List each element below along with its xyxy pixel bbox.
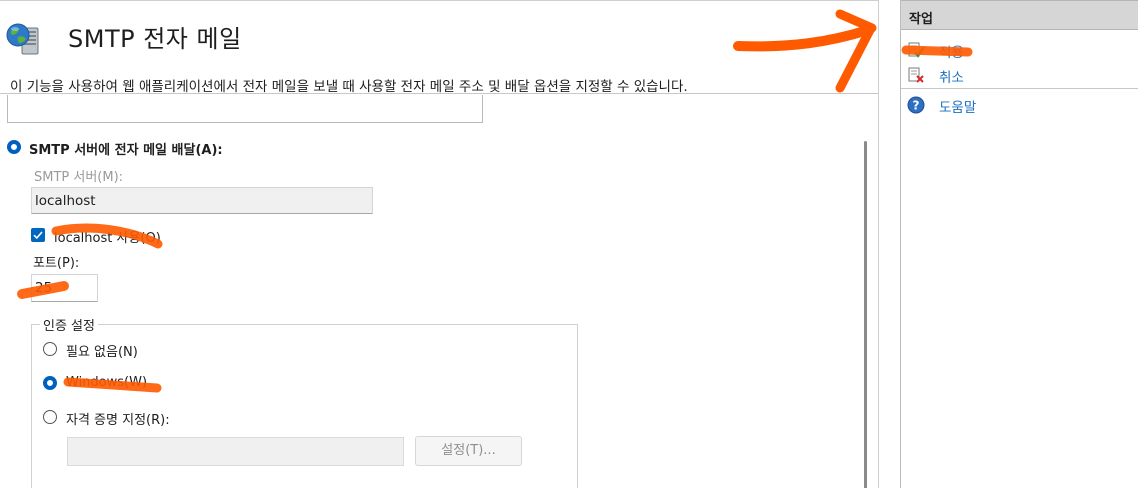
- auth-windows-radio[interactable]: [43, 376, 57, 390]
- header-divider: [0, 93, 878, 94]
- svg-text:?: ?: [913, 99, 920, 113]
- panel-divider: [878, 0, 900, 488]
- cancel-label: 취소: [939, 70, 964, 86]
- smtp-server-label: SMTP 서버(M):: [34, 170, 124, 185]
- credentials-input: [67, 437, 404, 466]
- help-label: 도움말: [939, 100, 977, 116]
- page-title: SMTP 전자 메일: [68, 25, 242, 53]
- auth-credentials-label: 자격 증명 지정(R):: [66, 413, 170, 428]
- apply-icon: [907, 41, 925, 59]
- apply-action[interactable]: 적용: [901, 38, 1138, 62]
- vertical-scrollbar[interactable]: [855, 95, 878, 488]
- scrollbar-thumb[interactable]: [864, 141, 867, 488]
- auth-settings-legend: 인증 설정: [40, 315, 98, 334]
- smtp-globe-server-icon: [5, 19, 47, 61]
- smtp-delivery-label: SMTP 서버에 전자 메일 배달(A):: [29, 143, 223, 158]
- use-localhost-label: localhost 사용(O): [54, 231, 161, 246]
- auth-none-label: 필요 없음(N): [66, 345, 138, 360]
- credentials-settings-button: 설정(T)...: [415, 436, 522, 466]
- actions-header: 작업: [901, 0, 1138, 30]
- checkmark-icon: [33, 231, 43, 240]
- port-label: 포트(P):: [33, 256, 80, 271]
- smtp-server-input[interactable]: localhost: [31, 187, 373, 214]
- auth-credentials-radio[interactable]: [43, 410, 57, 424]
- help-action[interactable]: ? 도움말: [901, 93, 1138, 117]
- actions-pane: 작업 적용 취소 ? 도움말: [900, 0, 1138, 488]
- actions-title: 작업: [909, 12, 933, 27]
- cancel-action[interactable]: 취소: [901, 63, 1138, 87]
- auth-windows-label: Windows(W): [66, 375, 148, 390]
- cancel-icon: [907, 66, 925, 84]
- auth-none-radio[interactable]: [43, 342, 57, 356]
- content-area: SMTP 서버에 전자 메일 배달(A): SMTP 서버(M): localh…: [0, 95, 855, 488]
- page-description: 이 기능을 사용하여 웹 애플리케이션에서 전자 메일을 보낼 때 사용할 전자…: [10, 79, 688, 95]
- main-panel: SMTP 전자 메일 이 기능을 사용하여 웹 애플리케이션에서 전자 메일을 …: [0, 0, 878, 488]
- smtp-delivery-radio[interactable]: [7, 140, 21, 154]
- actions-divider: [901, 88, 1138, 89]
- port-input[interactable]: 25: [31, 274, 98, 302]
- help-icon: ?: [907, 96, 925, 114]
- use-localhost-checkbox[interactable]: [31, 228, 45, 242]
- apply-label: 적용: [939, 45, 964, 61]
- email-from-input[interactable]: [7, 95, 483, 123]
